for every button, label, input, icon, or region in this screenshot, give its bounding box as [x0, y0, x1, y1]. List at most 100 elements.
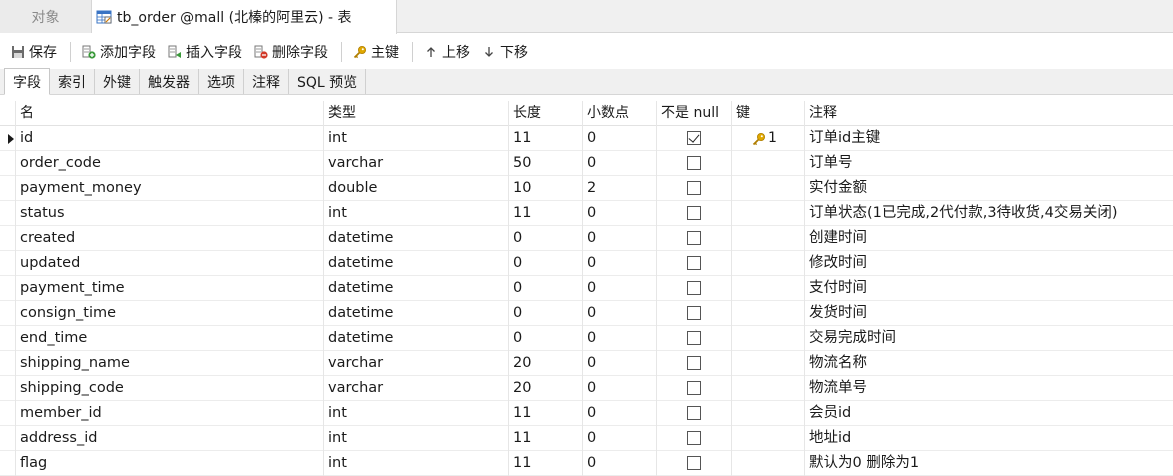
field-name-cell[interactable]: order_code	[16, 151, 324, 176]
field-name-cell[interactable]: flag	[16, 451, 324, 476]
field-comment-cell[interactable]: 支付时间	[805, 276, 1173, 301]
field-comment-cell[interactable]: 修改时间	[805, 251, 1173, 276]
field-type-cell[interactable]: int	[324, 401, 509, 426]
not-null-checkbox[interactable]	[687, 256, 701, 270]
move-up-button[interactable]: 上移	[421, 39, 473, 65]
field-name-cell[interactable]: updated	[16, 251, 324, 276]
field-type-cell[interactable]: int	[324, 201, 509, 226]
move-down-button[interactable]: 下移	[479, 39, 531, 65]
field-length-cell[interactable]: 50	[509, 151, 583, 176]
primary-key-button[interactable]: 主键	[350, 39, 402, 65]
tab-table-design[interactable]: tb_order @mall (北榛的阿里云) - 表	[92, 0, 397, 34]
table-row[interactable]: shipping_name varchar 20 0 物流名称	[0, 351, 1173, 376]
not-null-checkbox[interactable]	[687, 131, 701, 145]
header-type[interactable]: 类型	[324, 101, 509, 126]
field-key-cell[interactable]	[732, 401, 805, 426]
field-comment-cell[interactable]: 物流名称	[805, 351, 1173, 376]
field-key-cell[interactable]	[732, 426, 805, 451]
table-row[interactable]: payment_time datetime 0 0 支付时间	[0, 276, 1173, 301]
field-decimals-cell[interactable]: 0	[583, 401, 657, 426]
field-key-cell[interactable]	[732, 176, 805, 201]
field-name-cell[interactable]: shipping_name	[16, 351, 324, 376]
subtab-triggers[interactable]: 触发器	[140, 69, 199, 94]
field-key-cell[interactable]	[732, 201, 805, 226]
subtab-foreign-keys[interactable]: 外键	[95, 69, 140, 94]
header-comment[interactable]: 注释	[805, 101, 1173, 126]
field-decimals-cell[interactable]: 0	[583, 226, 657, 251]
not-null-checkbox[interactable]	[687, 331, 701, 345]
not-null-checkbox[interactable]	[687, 356, 701, 370]
field-type-cell[interactable]: datetime	[324, 251, 509, 276]
field-type-cell[interactable]: datetime	[324, 301, 509, 326]
field-length-cell[interactable]: 11	[509, 451, 583, 476]
field-decimals-cell[interactable]: 0	[583, 201, 657, 226]
add-field-button[interactable]: 添加字段	[79, 39, 159, 65]
field-type-cell[interactable]: varchar	[324, 376, 509, 401]
field-comment-cell[interactable]: 会员id	[805, 401, 1173, 426]
field-type-cell[interactable]: double	[324, 176, 509, 201]
field-name-cell[interactable]: payment_money	[16, 176, 324, 201]
table-row[interactable]: created datetime 0 0 创建时间	[0, 226, 1173, 251]
header-key[interactable]: 键	[732, 101, 805, 126]
field-decimals-cell[interactable]: 2	[583, 176, 657, 201]
field-name-cell[interactable]: status	[16, 201, 324, 226]
header-name[interactable]: 名	[16, 101, 324, 126]
field-length-cell[interactable]: 20	[509, 351, 583, 376]
not-null-checkbox[interactable]	[687, 281, 701, 295]
save-button[interactable]: 保存	[8, 39, 60, 65]
delete-field-button[interactable]: 删除字段	[251, 39, 331, 65]
field-key-cell[interactable]	[732, 451, 805, 476]
field-length-cell[interactable]: 0	[509, 276, 583, 301]
field-comment-cell[interactable]: 订单号	[805, 151, 1173, 176]
subtab-options[interactable]: 选项	[199, 69, 244, 94]
field-comment-cell[interactable]: 订单状态(1已完成,2代付款,3待收货,4交易关闭)	[805, 201, 1173, 226]
field-length-cell[interactable]: 10	[509, 176, 583, 201]
not-null-checkbox[interactable]	[687, 381, 701, 395]
field-length-cell[interactable]: 0	[509, 251, 583, 276]
field-name-cell[interactable]: id	[16, 126, 324, 151]
field-name-cell[interactable]: consign_time	[16, 301, 324, 326]
field-key-cell[interactable]	[732, 251, 805, 276]
field-key-cell[interactable]	[732, 151, 805, 176]
not-null-checkbox[interactable]	[687, 206, 701, 220]
field-type-cell[interactable]: varchar	[324, 151, 509, 176]
field-name-cell[interactable]: end_time	[16, 326, 324, 351]
field-decimals-cell[interactable]: 0	[583, 126, 657, 151]
not-null-checkbox[interactable]	[687, 181, 701, 195]
table-row[interactable]: status int 11 0 订单状态(1已完成,2代付款,3待收货,4交易关闭)	[0, 201, 1173, 226]
table-row[interactable]: shipping_code varchar 20 0 物流单号	[0, 376, 1173, 401]
insert-field-button[interactable]: 插入字段	[165, 39, 245, 65]
field-comment-cell[interactable]: 实付金额	[805, 176, 1173, 201]
not-null-checkbox[interactable]	[687, 156, 701, 170]
not-null-checkbox[interactable]	[687, 231, 701, 245]
subtab-fields[interactable]: 字段	[4, 68, 50, 95]
field-name-cell[interactable]: address_id	[16, 426, 324, 451]
field-decimals-cell[interactable]: 0	[583, 326, 657, 351]
field-decimals-cell[interactable]: 0	[583, 251, 657, 276]
field-length-cell[interactable]: 0	[509, 301, 583, 326]
tab-objects[interactable]: 对象	[0, 0, 92, 33]
field-comment-cell[interactable]: 物流单号	[805, 376, 1173, 401]
field-name-cell[interactable]: created	[16, 226, 324, 251]
field-comment-cell[interactable]: 默认为0 删除为1	[805, 451, 1173, 476]
table-row[interactable]: address_id int 11 0 地址id	[0, 426, 1173, 451]
field-comment-cell[interactable]: 地址id	[805, 426, 1173, 451]
header-decimals[interactable]: 小数点	[583, 101, 657, 126]
field-name-cell[interactable]: member_id	[16, 401, 324, 426]
field-length-cell[interactable]: 11	[509, 126, 583, 151]
field-name-cell[interactable]: payment_time	[16, 276, 324, 301]
subtab-comment[interactable]: 注释	[244, 69, 289, 94]
field-comment-cell[interactable]: 交易完成时间	[805, 326, 1173, 351]
field-decimals-cell[interactable]: 0	[583, 276, 657, 301]
table-row[interactable]: id int 11 0 1 订单id主键	[0, 126, 1173, 151]
field-type-cell[interactable]: varchar	[324, 351, 509, 376]
not-null-checkbox[interactable]	[687, 456, 701, 470]
field-length-cell[interactable]: 11	[509, 401, 583, 426]
field-key-cell[interactable]	[732, 351, 805, 376]
not-null-checkbox[interactable]	[687, 406, 701, 420]
field-type-cell[interactable]: datetime	[324, 226, 509, 251]
subtab-sql-preview[interactable]: SQL 预览	[289, 69, 367, 94]
field-decimals-cell[interactable]: 0	[583, 351, 657, 376]
field-name-cell[interactable]: shipping_code	[16, 376, 324, 401]
table-row[interactable]: consign_time datetime 0 0 发货时间	[0, 301, 1173, 326]
